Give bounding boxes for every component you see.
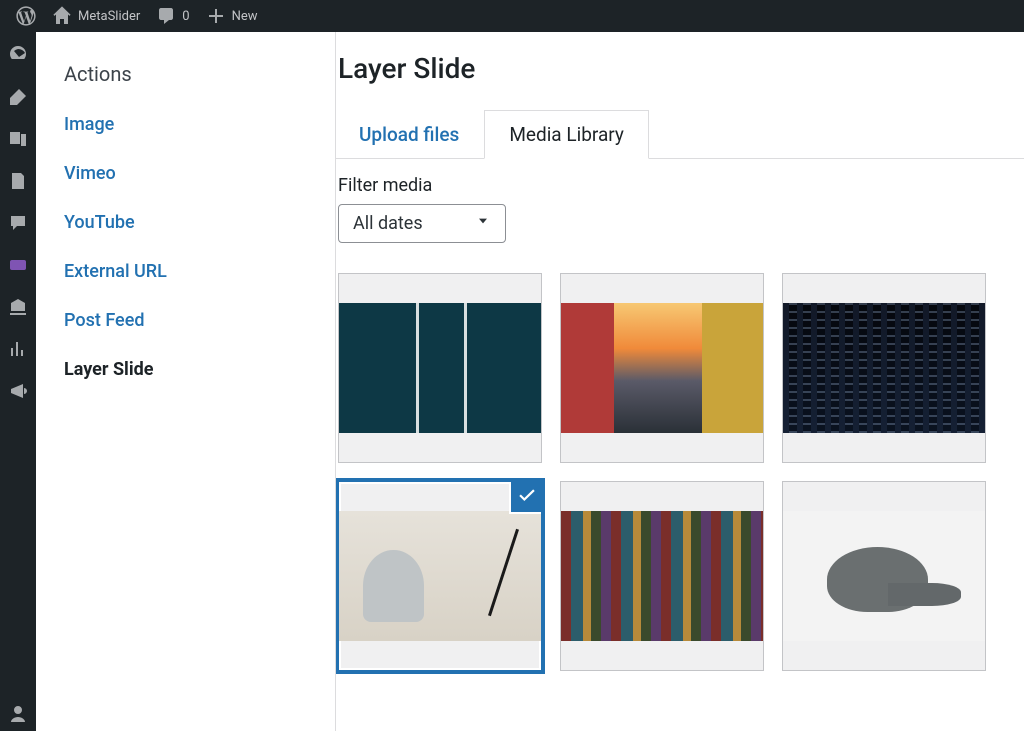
menu-media[interactable] (1, 122, 35, 156)
selected-check-icon[interactable] (509, 481, 542, 514)
plus-icon (206, 6, 226, 26)
media-thumbnail (339, 511, 541, 641)
menu-posts[interactable] (1, 80, 35, 114)
action-vimeo[interactable]: Vimeo (64, 163, 307, 184)
menu-analytics[interactable] (1, 332, 35, 366)
comments-link[interactable]: 0 (148, 0, 197, 32)
media-modal: Actions Image Vimeo YouTube External URL… (36, 32, 1024, 731)
media-item[interactable] (338, 273, 542, 463)
date-filter-value: All dates (353, 213, 423, 234)
media-thumbnail (561, 511, 763, 641)
action-youtube[interactable]: YouTube (64, 212, 307, 233)
action-image[interactable]: Image (64, 114, 307, 135)
home-icon (52, 6, 72, 26)
media-tabs: Upload files Media Library (336, 109, 1024, 159)
media-main: Layer Slide Upload files Media Library F… (336, 32, 1024, 731)
site-name-text: MetaSlider (78, 9, 140, 24)
menu-marketing[interactable] (1, 374, 35, 408)
media-grid (336, 243, 1024, 671)
page-title: Layer Slide (336, 52, 1024, 109)
wp-admin-bar: MetaSlider 0 New (0, 0, 1024, 32)
actions-sidebar: Actions Image Vimeo YouTube External URL… (36, 32, 336, 731)
new-label: New (232, 9, 258, 24)
action-post-feed[interactable]: Post Feed (64, 310, 307, 331)
wp-admin-menu (0, 32, 36, 731)
media-item[interactable] (782, 273, 986, 463)
menu-users[interactable] (1, 697, 35, 731)
tab-media-library[interactable]: Media Library (484, 110, 649, 159)
filter-media-label: Filter media (338, 175, 1024, 196)
comment-icon (156, 6, 176, 26)
action-layer-slide[interactable]: Layer Slide (64, 359, 307, 380)
new-content-link[interactable]: New (198, 0, 266, 32)
tab-upload-files[interactable]: Upload files (336, 110, 484, 159)
menu-woocommerce[interactable] (1, 248, 35, 282)
menu-appearance[interactable] (1, 290, 35, 324)
comments-count: 0 (182, 9, 189, 24)
chevron-down-icon (475, 213, 491, 234)
date-filter-select[interactable]: All dates (338, 204, 506, 243)
action-external-url[interactable]: External URL (64, 261, 307, 282)
media-thumbnail (783, 511, 985, 641)
wordpress-icon (16, 6, 36, 26)
media-item[interactable] (560, 481, 764, 671)
menu-comments[interactable] (1, 206, 35, 240)
filter-area: Filter media All dates (336, 159, 1024, 243)
media-item[interactable] (560, 273, 764, 463)
media-thumbnail (339, 303, 541, 433)
media-thumbnail (783, 303, 985, 433)
actions-heading: Actions (64, 62, 307, 86)
menu-dashboard[interactable] (1, 38, 35, 72)
site-name-link[interactable]: MetaSlider (44, 0, 148, 32)
media-item[interactable] (782, 481, 986, 671)
media-item[interactable] (338, 481, 542, 671)
wp-logo[interactable] (8, 0, 44, 32)
menu-pages[interactable] (1, 164, 35, 198)
media-thumbnail (561, 303, 763, 433)
